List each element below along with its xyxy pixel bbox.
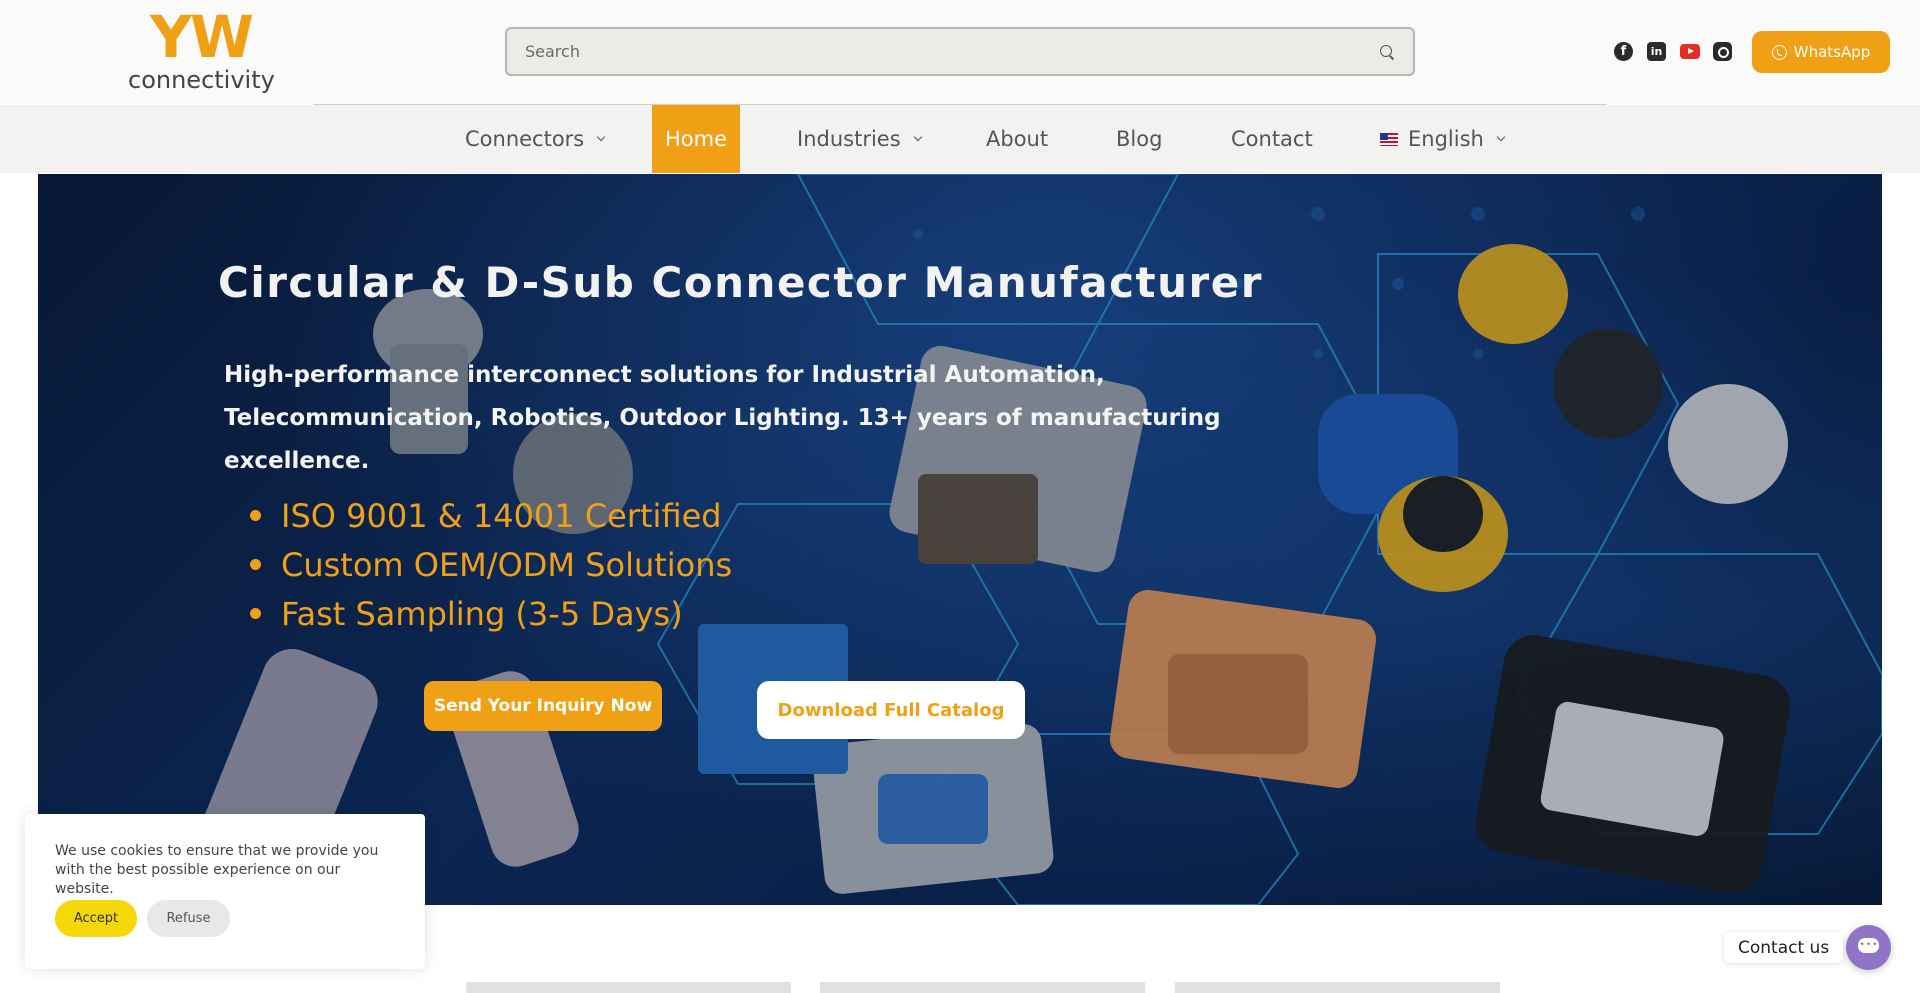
product-card [466,982,791,993]
chevron-down-icon [1496,132,1506,141]
hero-title: Circular & D-Sub Connector Manufacturer [218,258,1263,307]
youtube-icon[interactable] [1680,44,1700,59]
site-logo[interactable]: YW connectivity [128,3,275,94]
nav-item-label: Connectors [465,127,585,151]
logo-wordmark: connectivity [128,66,275,94]
hero-subtitle: High-performance interconnect solutions … [224,362,1221,474]
nav-item-industries[interactable]: Industries [797,105,922,173]
nav-item-home[interactable]: Home [652,105,740,173]
nav-item-label: Industries [797,127,901,151]
instagram-icon[interactable] [1713,42,1732,61]
download-catalog-button[interactable]: Download Full Catalog [757,681,1025,739]
hero-bullet: Custom OEM/ODM Solutions [250,541,732,590]
cookie-refuse-button[interactable]: Refuse [147,900,230,937]
nav-item-label: Contact [1231,127,1313,151]
nav-item-blog[interactable]: Blog [1116,105,1162,173]
us-flag-icon [1380,132,1398,146]
cookie-message: We use cookies to ensure that we provide… [55,843,379,897]
cookie-actions: Accept Refuse [55,900,230,937]
nav-item-contact[interactable]: Contact [1231,105,1313,173]
whatsapp-button-label: WhatsApp [1793,43,1871,61]
whatsapp-icon [1771,44,1787,60]
nav-item-about[interactable]: About [986,105,1048,173]
nav-item-language[interactable]: English [1380,105,1506,173]
product-card [1175,982,1500,993]
main-nav: Connectors Home Industries About Blog Co… [0,105,1920,173]
linkedin-icon[interactable]: in [1647,42,1666,61]
hero-bullet-list: ISO 9001 & 14001 Certified Custom OEM/OD… [250,492,732,639]
chevron-down-icon [597,132,606,141]
logo-mark: YW [150,3,254,71]
nav-item-label: Blog [1116,127,1163,151]
search-icon[interactable] [1379,44,1395,60]
product-card [820,982,1145,993]
chat-bubble-icon[interactable] [1846,925,1891,970]
hero-banner: Circular & D-Sub Connector Manufacturer … [38,174,1882,905]
whatsapp-button[interactable]: WhatsApp [1752,31,1890,73]
contact-us-label[interactable]: Contact us [1724,932,1844,963]
search-input[interactable] [525,42,1379,61]
nav-item-label: Home [664,127,727,151]
nav-item-connectors[interactable]: Connectors [465,105,606,173]
cookie-accept-button[interactable]: Accept [55,900,137,937]
chevron-down-icon [913,132,922,141]
hero-bullet: Fast Sampling (3-5 Days) [250,590,732,639]
send-inquiry-button[interactable]: Send Your Inquiry Now [424,681,662,731]
nav-item-label: English [1408,127,1484,151]
facebook-icon[interactable]: f [1614,42,1633,61]
hero-bullet: ISO 9001 & 14001 Certified [250,492,732,541]
top-header: YW connectivity f in WhatsApp [0,0,1920,104]
cookie-banner: We use cookies to ensure that we provide… [25,814,425,969]
search-bar [505,27,1415,76]
nav-item-label: About [986,127,1049,151]
